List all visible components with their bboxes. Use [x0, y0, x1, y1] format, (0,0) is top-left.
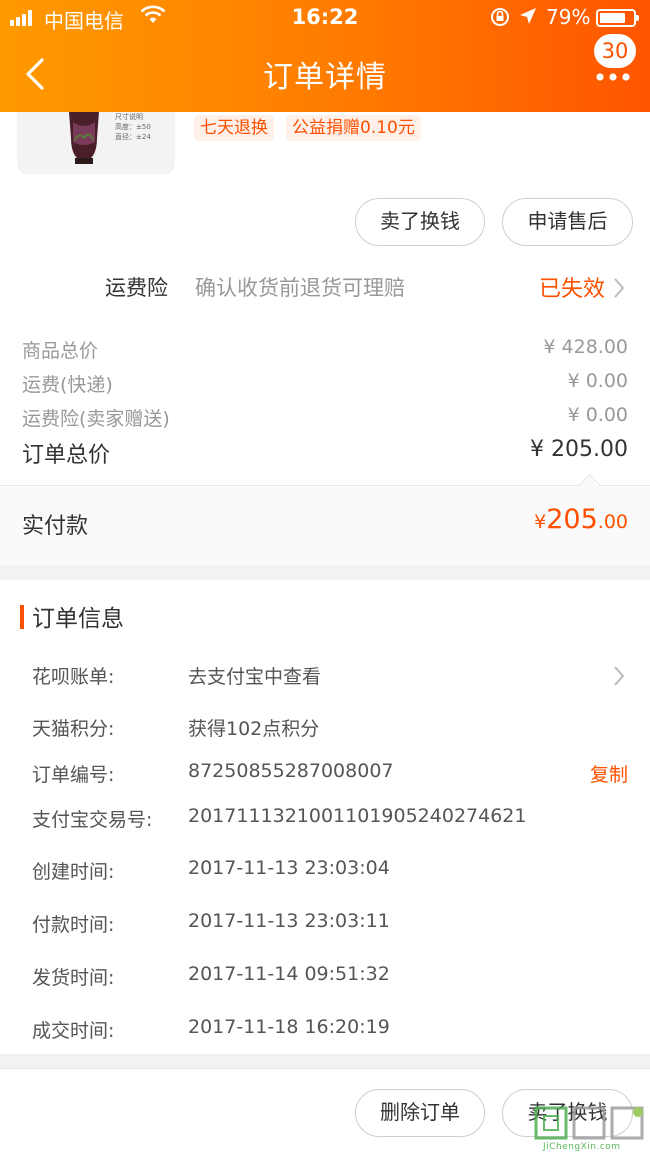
insurance-description: 确认收货前退货可理赔: [195, 276, 405, 300]
copy-order-number-button[interactable]: 复制: [590, 760, 628, 787]
goods-total-value: ¥ 428.00: [543, 336, 628, 358]
huabei-bill-row[interactable]: 花呗账单: 去支付宝中查看: [0, 662, 650, 692]
shipping-fee-value: ¥ 0.00: [567, 370, 628, 392]
order-actions: 卖了换钱 申请售后: [0, 184, 650, 258]
deal-time-row: 成交时间: 2017-11-18 16:20:19: [32, 1016, 390, 1042]
battery-percent: 79%: [546, 5, 591, 29]
delete-order-button[interactable]: 删除订单: [355, 1089, 485, 1137]
price-summary: 商品总价 ¥ 428.00 运费(快递) ¥ 0.00 运费险(卖家赠送) ¥ …: [0, 320, 650, 486]
page-title: 订单详情: [263, 60, 387, 95]
battery-icon: [596, 9, 639, 27]
order-total-row: 订单总价 ¥ 205.00: [0, 437, 650, 471]
tag-charity-donation: 公益捐赠0.10元: [286, 115, 421, 141]
order-number-row: 订单编号: 87250855287008007 复制: [32, 760, 628, 787]
payment-time-row: 付款时间: 2017-11-13 23:03:11: [32, 910, 390, 936]
apply-after-sale-button[interactable]: 申请售后: [502, 198, 633, 246]
insurance-status: 已失效: [539, 277, 606, 302]
size-note: 尺寸说明 高度：±50 直径：±24: [115, 113, 151, 141]
status-bar: 中国电信 16:22 79%: [0, 0, 650, 36]
order-info-section: 订单信息 花呗账单: 去支付宝中查看 天猫积分: 获得102点积分 订单编号: …: [0, 580, 650, 1054]
sell-for-cash-button[interactable]: 卖了换钱: [355, 198, 485, 246]
shipping-fee-label: 运费(快递): [22, 374, 113, 396]
vase-image: [69, 112, 99, 164]
created-time-row: 创建时间: 2017-11-13 23:03:04: [32, 857, 390, 883]
order-info-title: 订单信息: [32, 606, 124, 632]
message-count-badge: 30: [594, 34, 636, 68]
insurance-fee-value: ¥ 0.00: [567, 404, 628, 426]
amount-paid-value: ¥205.00: [534, 504, 628, 535]
app-header: 中国电信 16:22 79% 订单详情 30: [0, 0, 650, 112]
insurance-fee-row: 运费险(卖家赠送) ¥ 0.00: [0, 404, 650, 438]
amount-paid-label: 实付款: [22, 514, 89, 539]
insurance-label: 运费险: [105, 276, 168, 300]
amount-paid-row: 实付款 ¥205.00: [0, 486, 650, 566]
shipping-insurance-row[interactable]: 运费险 确认收货前退货可理赔 已失效: [0, 258, 650, 320]
goods-total-label: 商品总价: [22, 340, 99, 362]
order-total-label: 订单总价: [22, 443, 111, 468]
tmall-points-row: 天猫积分: 获得102点积分: [32, 718, 320, 740]
location-arrow-icon: [518, 6, 538, 31]
watermark-text: JiChengXin.com: [543, 1142, 621, 1152]
shipping-fee-row: 运费(快递) ¥ 0.00: [0, 370, 650, 404]
tag-seven-day-return: 七天退换: [194, 115, 274, 141]
product-card[interactable]: 尺寸说明 高度：±50 直径：±24 七天退换 公益捐赠0.10元: [0, 112, 650, 184]
shipping-time-row: 发货时间: 2017-11-14 09:51:32: [32, 963, 390, 989]
goods-total-row: 商品总价 ¥ 428.00: [0, 336, 650, 370]
order-total-value: ¥ 205.00: [530, 437, 628, 462]
chevron-right-icon: [614, 666, 625, 686]
chevron-right-icon: [614, 278, 625, 298]
alipay-trade-number-row: 支付宝交易号: 2017111321001101905240274621: [32, 805, 527, 831]
section-accent-bar: [20, 605, 24, 629]
insurance-fee-label: 运费险(卖家赠送): [22, 408, 170, 430]
rotation-lock-icon: [489, 6, 511, 33]
product-thumbnail[interactable]: 尺寸说明 高度：±50 直径：±24: [17, 112, 175, 174]
